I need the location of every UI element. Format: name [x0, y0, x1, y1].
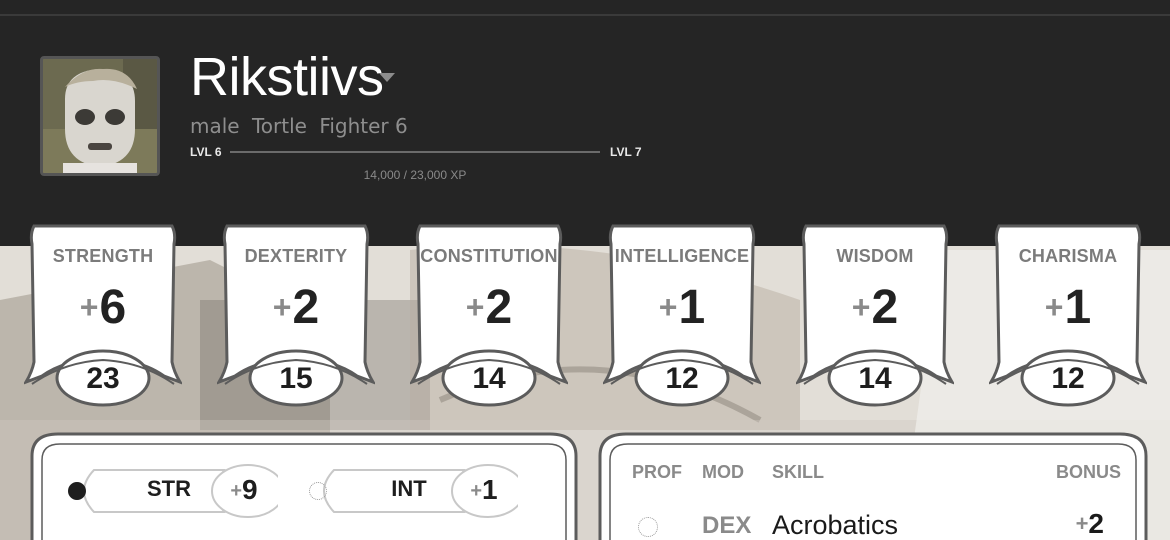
ability-name: INTELLIGENCE — [614, 246, 750, 266]
ability-modifier: +2 — [851, 281, 899, 334]
character-header — [0, 0, 1170, 246]
ability-modifier: +1 — [1044, 281, 1092, 334]
ability-name: STRENGTH — [52, 246, 154, 266]
caret-down-icon[interactable] — [379, 73, 395, 82]
ability-score: 23 — [86, 362, 120, 395]
skills-header-prof: PROF — [632, 462, 683, 482]
next-level-label: LVL 7 — [610, 145, 642, 159]
skills-header-mod: MOD — [702, 462, 744, 482]
ability-modifier: +6 — [79, 281, 127, 334]
proficiency-dot-icon — [68, 482, 86, 500]
skill-name: Acrobatics — [772, 510, 899, 540]
ability-score: 14 — [472, 362, 506, 395]
skills-header-bonus: BONUS — [1056, 462, 1122, 482]
skill-row-acrobatics[interactable]: DEX Acrobatics +2 — [630, 508, 1110, 540]
skill-modifier: DEX — [702, 512, 752, 539]
ability-modifier: +1 — [658, 281, 706, 334]
top-divider — [0, 14, 1170, 16]
saving-throw-bonus: +1 — [470, 474, 498, 505]
ability-score: 14 — [858, 362, 892, 395]
ability-score: 12 — [1051, 362, 1085, 395]
character-avatar[interactable] — [40, 56, 160, 176]
proficiency-dot-icon — [638, 517, 658, 537]
ability-name: CHARISMA — [1018, 246, 1118, 266]
ability-card-intelligence[interactable]: INTELLIGENCE +1 12 — [603, 222, 761, 408]
character-race: Tortle — [251, 114, 307, 138]
saving-throw-str[interactable]: STR +9 — [64, 462, 278, 520]
current-level-label: LVL 6 — [190, 145, 222, 159]
skills-header-skill: SKILL — [772, 462, 824, 482]
ability-score: 15 — [279, 362, 313, 395]
ability-modifier: +2 — [465, 281, 513, 334]
ability-name: DEXTERITY — [244, 246, 348, 266]
ability-card-charisma[interactable]: CHARISMA +1 12 — [989, 222, 1147, 408]
ability-modifier: +2 — [272, 281, 320, 334]
ability-score: 12 — [665, 362, 699, 395]
ability-name: WISDOM — [836, 246, 914, 266]
ability-card-strength[interactable]: STRENGTH +6 23 — [24, 222, 182, 408]
character-gender: male — [190, 114, 240, 138]
proficiency-dot-icon — [309, 482, 327, 500]
saving-throw-int[interactable]: INT +1 — [304, 462, 518, 520]
character-name[interactable]: Rikstiivs — [190, 44, 384, 110]
xp-progress-bar — [230, 151, 600, 153]
ability-card-constitution[interactable]: CONSTITUTION +2 14 — [410, 222, 568, 408]
ability-card-dexterity[interactable]: DEXTERITY +2 15 — [217, 222, 375, 408]
saving-throw-bonus: +9 — [230, 474, 258, 505]
skill-bonus: +2 — [1075, 508, 1104, 539]
character-summary: male Tortle Fighter 6 — [190, 114, 414, 138]
character-class-level: Fighter 6 — [319, 114, 408, 138]
xp-text: 14,000 / 23,000 XP — [363, 168, 467, 182]
ability-name: CONSTITUTION — [420, 246, 558, 266]
avatar-image — [43, 59, 157, 173]
ability-card-wisdom[interactable]: WISDOM +2 14 — [796, 222, 954, 408]
